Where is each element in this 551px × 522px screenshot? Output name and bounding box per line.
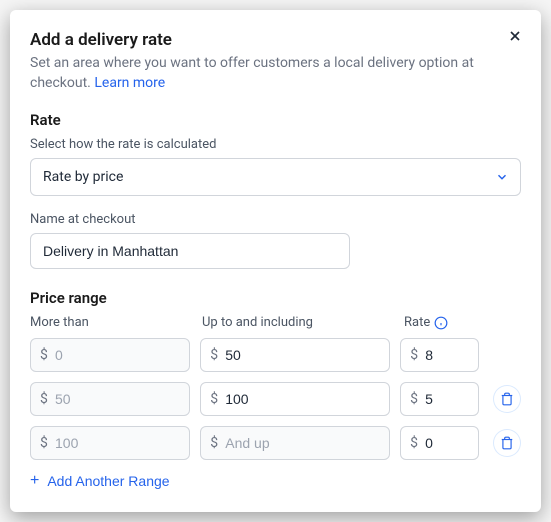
rate-wrapper: $: [400, 382, 479, 416]
info-icon[interactable]: [434, 316, 448, 330]
calc-select[interactable]: Rate by price: [30, 158, 521, 196]
price-heading: Price range: [30, 289, 521, 307]
name-label: Name at checkout: [30, 212, 521, 227]
learn-more-link[interactable]: Learn more: [94, 75, 165, 91]
up-to-input[interactable]: [200, 382, 390, 416]
col-header-rate: Rate: [404, 315, 484, 330]
name-input[interactable]: [30, 233, 350, 269]
modal-title: Add a delivery rate: [30, 30, 521, 50]
price-row: $ $ $: [30, 338, 521, 372]
rate-wrapper: $: [400, 426, 479, 460]
price-range-section: Price range More than Up to and includin…: [30, 289, 521, 492]
up-to-input: [200, 426, 390, 460]
add-range-button[interactable]: + Add Another Range: [30, 470, 170, 492]
modal-subtitle: Set an area where you want to offer cust…: [30, 54, 521, 93]
plus-icon: +: [30, 472, 39, 490]
trash-icon: [500, 436, 514, 450]
price-row: $ $ $: [30, 426, 521, 460]
calc-label: Select how the rate is calculated: [30, 137, 521, 152]
close-button[interactable]: [505, 26, 525, 46]
up-to-wrapper: $: [200, 338, 390, 372]
up-to-wrapper: $: [200, 382, 390, 416]
delivery-rate-modal: Add a delivery rate Set an area where yo…: [10, 10, 541, 512]
col-header-more: More than: [30, 315, 192, 330]
more-than-input: [30, 426, 190, 460]
up-to-input[interactable]: [200, 338, 390, 372]
close-icon: [507, 28, 523, 44]
rate-input[interactable]: [400, 338, 479, 372]
rate-input[interactable]: [400, 426, 479, 460]
delete-row-button[interactable]: [493, 429, 521, 457]
more-than-input: [30, 382, 190, 416]
up-to-wrapper: $: [200, 426, 390, 460]
column-headers: More than Up to and including Rate: [30, 315, 521, 330]
more-than-wrapper: $: [30, 382, 190, 416]
more-than-input: [30, 338, 190, 372]
rate-heading: Rate: [30, 111, 521, 129]
calc-select-wrapper: Rate by price: [30, 158, 521, 196]
more-than-wrapper: $: [30, 426, 190, 460]
add-range-label: Add Another Range: [47, 473, 169, 489]
rate-wrapper: $: [400, 338, 479, 372]
col-header-upto: Up to and including: [202, 315, 394, 330]
price-rows-container: $ $ $ $ $ $ $ $ $: [30, 338, 521, 460]
delete-row-button[interactable]: [493, 385, 521, 413]
trash-icon: [500, 392, 514, 406]
rate-header-text: Rate: [404, 315, 430, 330]
price-row: $ $ $: [30, 382, 521, 416]
more-than-wrapper: $: [30, 338, 190, 372]
rate-input[interactable]: [400, 382, 479, 416]
